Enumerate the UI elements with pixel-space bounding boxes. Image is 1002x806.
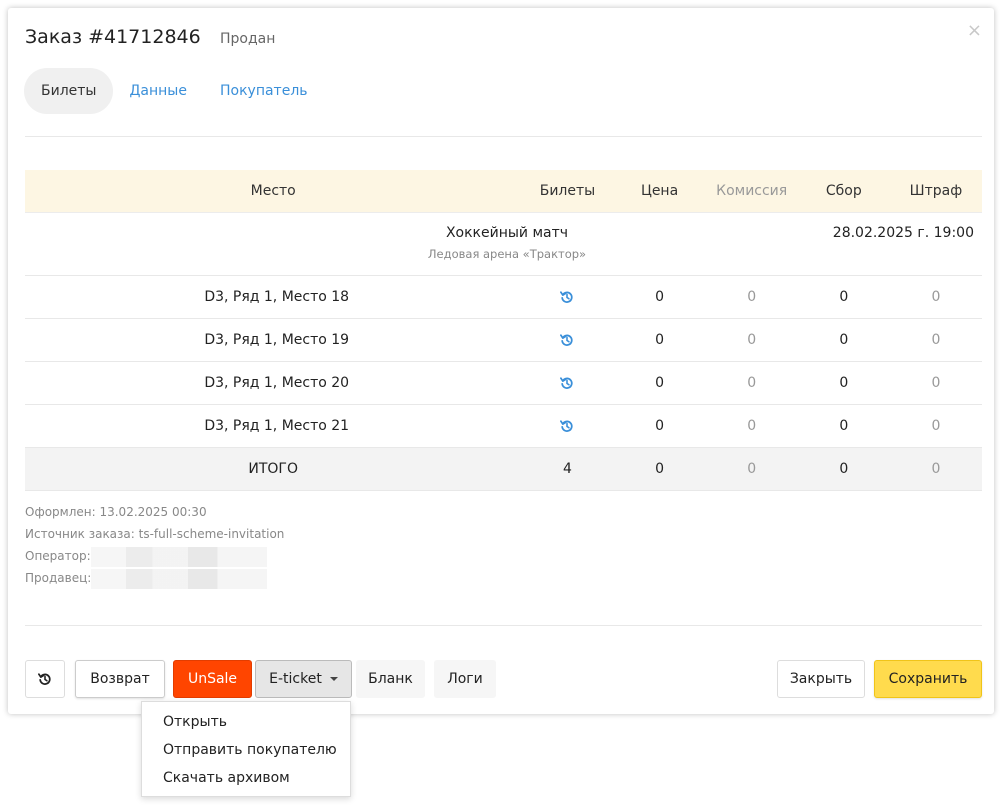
- tab-tickets[interactable]: Билеты: [24, 68, 114, 114]
- table-row: D3, Ряд 1, Место 19 0 0 0 0: [25, 318, 982, 362]
- order-meta: Оформлен: 13.02.2025 00:30 Источник зака…: [25, 501, 284, 589]
- meta-operator-label: Оператор:: [25, 549, 91, 563]
- refund-history-icon[interactable]: [560, 376, 574, 390]
- close-icon[interactable]: ×: [967, 22, 982, 40]
- order-modal: Заказ #41712846 Продан × Билеты Данные П…: [8, 8, 994, 714]
- seat-price: 0: [613, 361, 706, 405]
- event-row: 28.02.2025 г. 19:00 Хоккейный матч Ледов…: [25, 212, 982, 276]
- seat-price: 0: [613, 275, 706, 319]
- blank-button[interactable]: Бланк: [356, 660, 425, 698]
- header-fee: Сбор: [797, 170, 890, 213]
- divider-top: [25, 136, 982, 137]
- refund-history-icon[interactable]: [560, 333, 574, 347]
- order-status: Продан: [220, 31, 276, 47]
- header-fine: Штраф: [889, 170, 982, 213]
- seat-refund-cell: [521, 318, 614, 362]
- meta-created: Оформлен: 13.02.2025 00:30: [25, 505, 207, 519]
- redacted-seller: [91, 568, 268, 589]
- seat-place: D3, Ряд 1, Место 19: [25, 318, 522, 362]
- tab-buyer[interactable]: Покупатель: [204, 68, 325, 114]
- meta-seller: Продавец:: [25, 567, 284, 589]
- event-venue: Ледовая арена «Трактор»: [427, 247, 587, 261]
- save-button[interactable]: Сохранить: [874, 660, 982, 698]
- eticket-dropdown-menu: Открыть Отправить покупателю Скачать арх…: [141, 701, 351, 797]
- tab-data[interactable]: Данные: [113, 68, 204, 114]
- meta-seller-label: Продавец:: [25, 571, 92, 585]
- header-place: Место: [25, 170, 522, 213]
- total-row: ИТОГО 4 0 0 0 0: [25, 447, 982, 491]
- seat-fine: 0: [889, 361, 982, 405]
- seat-price: 0: [613, 404, 706, 448]
- table-row: D3, Ряд 1, Место 18 0 0 0 0: [25, 275, 982, 319]
- seat-commission: 0: [705, 361, 798, 405]
- seat-fee: 0: [797, 404, 890, 448]
- seat-fee: 0: [797, 275, 890, 319]
- table-header-row: Место Билеты Цена Комиссия Сбор Штраф: [25, 170, 982, 213]
- seat-fine: 0: [889, 275, 982, 319]
- seat-fee: 0: [797, 318, 890, 362]
- tabs: Билеты Данные Покупатель: [24, 68, 325, 114]
- header-price: Цена: [613, 170, 706, 213]
- eticket-dropdown-button[interactable]: E-ticket: [255, 660, 352, 698]
- total-price: 0: [613, 447, 706, 491]
- seat-fee: 0: [797, 361, 890, 405]
- seat-commission: 0: [705, 404, 798, 448]
- seat-place: D3, Ряд 1, Место 20: [25, 361, 522, 405]
- meta-source: Источник заказа: ts-full-scheme-invitati…: [25, 527, 285, 541]
- dropdown-item-open[interactable]: Открыть: [142, 709, 350, 737]
- divider-bottom: [25, 625, 982, 626]
- event-datetime: 28.02.2025 г. 19:00: [832, 225, 974, 241]
- close-button[interactable]: Закрыть: [777, 660, 865, 698]
- eticket-label: E-ticket: [269, 671, 322, 687]
- seat-place: D3, Ряд 1, Место 21: [25, 404, 522, 448]
- seat-refund-cell: [521, 275, 614, 319]
- redacted-operator: [90, 546, 267, 567]
- tickets-table: Место Билеты Цена Комиссия Сбор Штраф 28…: [25, 170, 982, 491]
- event-cell: 28.02.2025 г. 19:00 Хоккейный матч Ледов…: [25, 212, 982, 276]
- seat-commission: 0: [705, 275, 798, 319]
- dropdown-item-download-archive[interactable]: Скачать архивом: [142, 765, 350, 793]
- seat-place: D3, Ряд 1, Место 18: [25, 275, 522, 319]
- total-commission: 0: [705, 447, 798, 491]
- order-title: Заказ #41712846: [25, 26, 201, 48]
- seat-refund-cell: [521, 361, 614, 405]
- total-label: ИТОГО: [25, 447, 522, 491]
- seat-price: 0: [613, 318, 706, 362]
- refund-history-icon: [38, 673, 51, 685]
- return-button[interactable]: Возврат: [75, 660, 165, 698]
- total-fee: 0: [797, 447, 890, 491]
- unsale-button[interactable]: UnSale: [173, 660, 252, 698]
- logs-button[interactable]: Логи: [434, 660, 496, 698]
- seat-fine: 0: [889, 404, 982, 448]
- seat-refund-cell: [521, 404, 614, 448]
- refund-history-icon[interactable]: [560, 290, 574, 304]
- meta-operator: Оператор:: [25, 545, 284, 567]
- header-commission: Комиссия: [705, 170, 798, 213]
- seat-fine: 0: [889, 318, 982, 362]
- refund-history-button[interactable]: [25, 660, 65, 698]
- table-row: D3, Ряд 1, Место 21 0 0 0 0: [25, 404, 982, 448]
- total-tickets: 4: [521, 447, 614, 491]
- header-tickets: Билеты: [521, 170, 614, 213]
- table-row: D3, Ряд 1, Место 20 0 0 0 0: [25, 361, 982, 405]
- total-fine: 0: [889, 447, 982, 491]
- dropdown-item-send-to-buyer[interactable]: Отправить покупателю: [142, 737, 350, 765]
- caret-down-icon: [329, 677, 338, 681]
- seat-commission: 0: [705, 318, 798, 362]
- refund-history-icon[interactable]: [560, 419, 574, 433]
